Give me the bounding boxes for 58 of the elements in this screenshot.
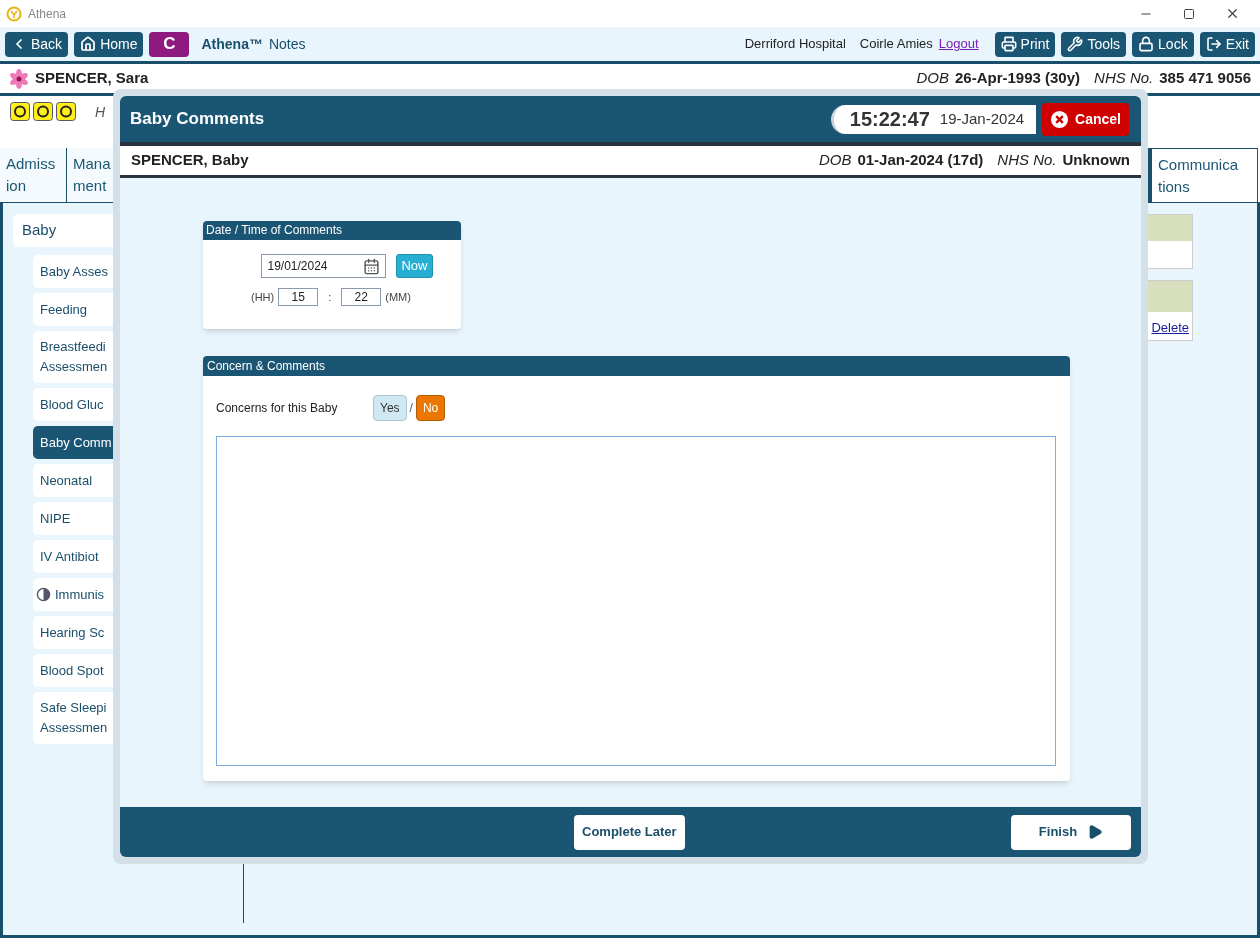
close-icon (1050, 109, 1070, 129)
delete-link[interactable]: Delete (1151, 318, 1189, 338)
window-title: Athena (28, 5, 67, 23)
app-name: Athena™ (201, 34, 263, 54)
user-name: Coirle Amies (859, 35, 933, 54)
hour-label: (HH) (251, 289, 275, 305)
clock-time: 15:22:47 (849, 107, 930, 132)
hour-field[interactable]: 15 (278, 288, 319, 306)
panel-title: Date / Time of Comments (203, 221, 461, 240)
panel-title: Concern & Comments (203, 356, 1070, 376)
back-button[interactable]: Back (5, 31, 69, 57)
app-logo-icon (6, 5, 22, 22)
nhs-value: 385 471 9056 (1159, 68, 1251, 89)
baby-nhs-value: Unknown (1062, 150, 1130, 171)
clock-date: 19-Jan-2024 (939, 108, 1025, 129)
finish-button[interactable]: Finish (1011, 814, 1131, 850)
home-button[interactable]: Home (74, 31, 144, 57)
complete-later-button[interactable]: Complete Later (574, 814, 685, 850)
lock-button[interactable]: Lock (1132, 31, 1194, 57)
lock-icon (1138, 36, 1155, 52)
section-tab[interactable]: Communica tions (1148, 148, 1258, 202)
baby-dob-label: DOB (818, 150, 852, 171)
dialog-title: Baby Comments (130, 108, 265, 131)
half-circle-icon (36, 587, 51, 602)
comments-field[interactable] (216, 436, 1056, 766)
section-tab[interactable]: Admiss ion (0, 148, 67, 202)
exit-button[interactable]: Exit (1199, 31, 1255, 57)
concern-question: Concerns for this Baby (216, 400, 339, 417)
flower-icon (9, 68, 29, 89)
wrench-icon (1067, 36, 1084, 52)
option-divider: / (409, 400, 413, 417)
baby-nhs-label: NHS No. (997, 150, 1057, 171)
nhs-label: NHS No. (1094, 68, 1154, 89)
house-icon (80, 36, 97, 52)
minute-field[interactable]: 22 (341, 288, 382, 306)
printer-icon (1000, 36, 1017, 52)
app-subtitle: Notes (268, 34, 306, 54)
patient-name: SPENCER, Sara (35, 68, 149, 89)
close-icon[interactable] (1225, 6, 1240, 21)
hospital-name: Derriford Hospital (744, 35, 846, 54)
cancel-button[interactable]: Cancel (1042, 102, 1129, 136)
play-icon (1087, 824, 1104, 840)
logout-link[interactable]: Logout (938, 34, 979, 54)
dob-value: 26-Apr-1993 (30y) (955, 68, 1081, 89)
print-button[interactable]: Print (994, 31, 1056, 57)
minute-label: (MM) (385, 289, 411, 305)
alert-text: H (95, 103, 106, 122)
baby-dob-value: 01-Jan-2024 (17d) (857, 150, 984, 171)
dob-label: DOB (916, 68, 949, 89)
baby-name: SPENCER, Baby (131, 150, 249, 171)
maximize-icon[interactable] (1183, 7, 1195, 20)
calendar-icon[interactable] (363, 257, 381, 275)
date-field[interactable]: 19/01/2024 (261, 254, 387, 278)
time-separator: : (328, 289, 332, 305)
exit-door-icon (1205, 36, 1222, 52)
tools-button[interactable]: Tools (1061, 31, 1127, 57)
letter-button[interactable]: C (149, 31, 190, 57)
concern-option[interactable]: Yes (373, 395, 407, 421)
